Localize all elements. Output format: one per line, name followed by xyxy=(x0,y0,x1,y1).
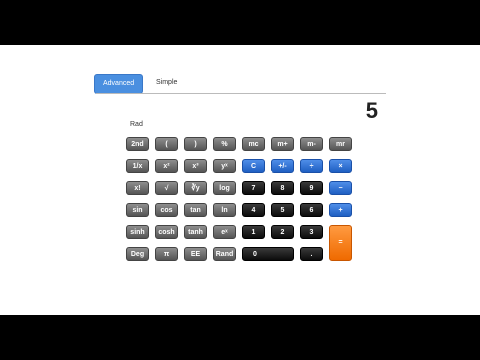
key-3[interactable]: 3 xyxy=(300,225,323,239)
key-open-paren[interactable]: ( xyxy=(155,137,178,151)
key-multiply[interactable]: × xyxy=(329,159,352,173)
key-negate[interactable]: +/- xyxy=(271,159,294,173)
key-divide[interactable]: ÷ xyxy=(300,159,323,173)
key-sin[interactable]: sin xyxy=(126,203,149,217)
key-ln[interactable]: ln xyxy=(213,203,236,217)
key-cos[interactable]: cos xyxy=(155,203,178,217)
key-mc[interactable]: mc xyxy=(242,137,265,151)
key-ee[interactable]: EE xyxy=(184,247,207,261)
key-7[interactable]: 7 xyxy=(242,181,265,195)
key-sinh[interactable]: sinh xyxy=(126,225,149,239)
display-value: 5 xyxy=(365,98,378,123)
key-8[interactable]: 8 xyxy=(271,181,294,195)
key-5[interactable]: 5 xyxy=(271,203,294,217)
key-cube[interactable]: x³ xyxy=(184,159,207,173)
key-pi[interactable]: π xyxy=(155,247,178,261)
key-rand[interactable]: Rand xyxy=(213,247,236,261)
key-tanh[interactable]: tanh xyxy=(184,225,207,239)
key-add[interactable]: + xyxy=(329,203,352,217)
key-cosh[interactable]: cosh xyxy=(155,225,178,239)
key-sqrt[interactable]: √ xyxy=(155,181,178,195)
key-percent[interactable]: % xyxy=(213,137,236,151)
key-9[interactable]: 9 xyxy=(300,181,323,195)
key-4[interactable]: 4 xyxy=(242,203,265,217)
tab-advanced[interactable]: Advanced xyxy=(94,74,144,94)
key-decimal[interactable]: . xyxy=(300,247,323,261)
key-subtract[interactable]: − xyxy=(329,181,352,195)
key-tan[interactable]: tan xyxy=(184,203,207,217)
key-deg[interactable]: Deg xyxy=(126,247,149,261)
key-m-plus[interactable]: m+ xyxy=(271,137,294,151)
key-power[interactable]: yˣ xyxy=(213,159,236,173)
key-log[interactable]: log xyxy=(213,181,236,195)
key-mr[interactable]: mr xyxy=(329,137,352,151)
key-square[interactable]: x² xyxy=(155,159,178,173)
key-1[interactable]: 1 xyxy=(242,225,265,239)
key-cube-root[interactable]: ∛y xyxy=(184,181,207,195)
key-clear[interactable]: C xyxy=(242,159,265,173)
calculator-panel: 5 Rad 2nd ( ) % mc m+ m- mr 1/x x² x³ yˣ… xyxy=(96,93,386,272)
key-equals[interactable]: = xyxy=(329,225,352,261)
key-m-minus[interactable]: m- xyxy=(300,137,323,151)
key-exp[interactable]: eˣ xyxy=(213,225,236,239)
key-2[interactable]: 2 xyxy=(271,225,294,239)
key-2nd[interactable]: 2nd xyxy=(126,137,149,151)
calculator-window: Advanced Simple 5 Rad 2nd ( ) % mc m+ m-… xyxy=(0,45,480,315)
key-6[interactable]: 6 xyxy=(300,203,323,217)
key-factorial[interactable]: x! xyxy=(126,181,149,195)
key-reciprocal[interactable]: 1/x xyxy=(126,159,149,173)
tab-simple[interactable]: Simple xyxy=(148,74,185,92)
angle-mode-label: Rad xyxy=(130,121,143,128)
key-close-paren[interactable]: ) xyxy=(184,137,207,151)
key-0[interactable]: 0 xyxy=(242,247,294,261)
